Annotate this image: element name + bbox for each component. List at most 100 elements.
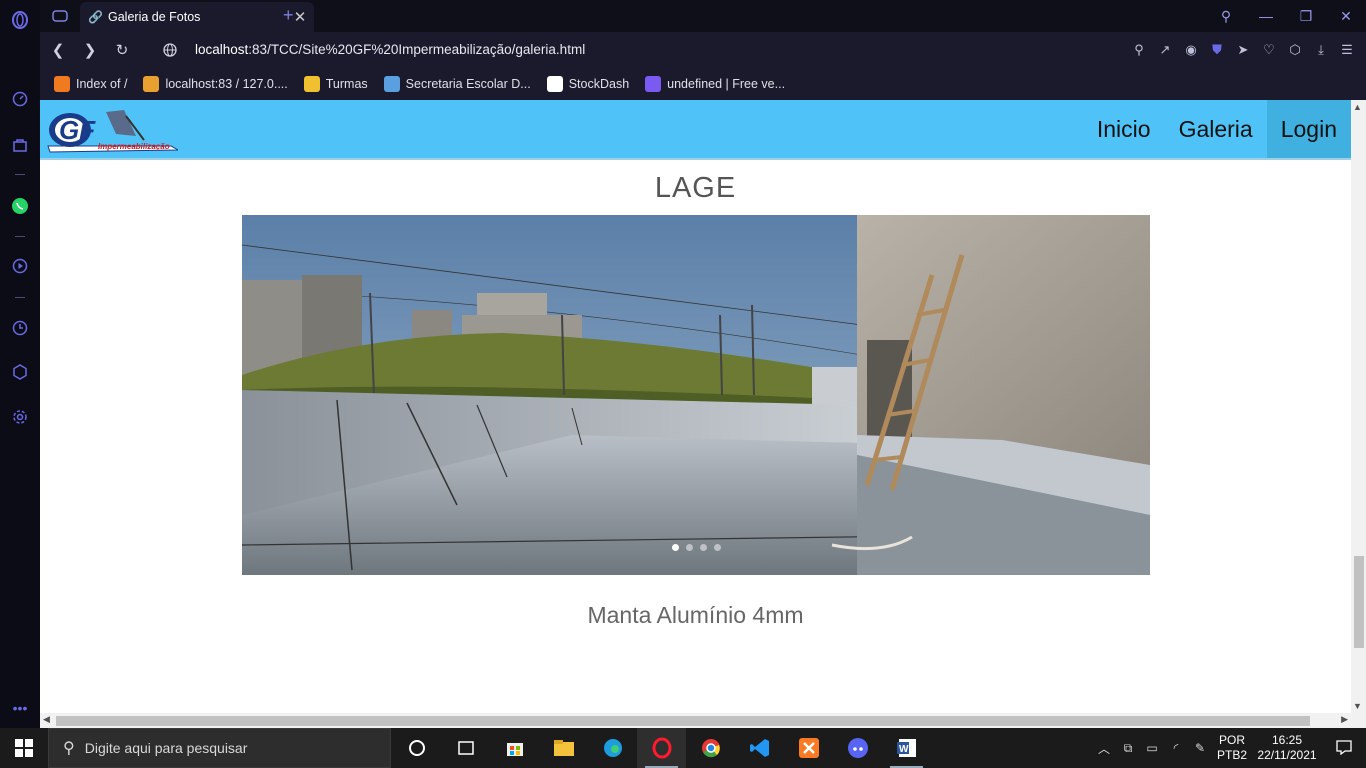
page-viewport: GF Impermeabilização Inicio Galeria Logi… bbox=[40, 100, 1366, 728]
carousel-dot[interactable] bbox=[713, 544, 721, 551]
carousel-dot[interactable] bbox=[685, 544, 693, 551]
taskbar-clock[interactable]: 16:25 22/11/2021 bbox=[1252, 733, 1322, 763]
easy-setup-icon[interactable]: ☰ bbox=[1338, 41, 1356, 59]
carousel-dot[interactable] bbox=[671, 544, 679, 551]
tab-menu-icon[interactable] bbox=[50, 6, 70, 26]
speed-dial-icon[interactable] bbox=[9, 88, 31, 110]
snapshot-icon[interactable]: ◉ bbox=[1182, 41, 1200, 59]
tab-favicon-icon: 🔗 bbox=[88, 10, 103, 24]
photo-caption: Manta Alumínio 4mm bbox=[587, 602, 804, 628]
restore-icon[interactable]: ❐ bbox=[1286, 8, 1326, 25]
close-window-icon[interactable]: ✕ bbox=[1326, 8, 1366, 25]
carousel-dot[interactable] bbox=[699, 544, 707, 551]
scroll-right-icon[interactable]: ▶ bbox=[1341, 714, 1348, 725]
share-icon[interactable]: ↗ bbox=[1156, 41, 1174, 59]
new-tab-icon[interactable]: + bbox=[283, 5, 294, 26]
player-icon[interactable] bbox=[9, 255, 31, 277]
horizontal-scrollbar[interactable]: ◀ ▶ bbox=[40, 713, 1366, 728]
bookmark-heart-icon[interactable]: ♡ bbox=[1260, 41, 1278, 59]
history-icon[interactable] bbox=[9, 317, 31, 339]
bookmark-item[interactable]: StockDash bbox=[546, 76, 629, 92]
start-button[interactable] bbox=[0, 728, 48, 768]
edge-icon[interactable] bbox=[588, 728, 637, 768]
download-icon[interactable]: ⤓ bbox=[1312, 41, 1330, 59]
pen-icon[interactable]: ✎ bbox=[1188, 741, 1212, 755]
settings-gear-icon[interactable] bbox=[9, 406, 31, 428]
svg-text:GF: GF bbox=[59, 115, 96, 145]
address-bar: ❮ ❯ ↻ localhost:83/TCC/Site%20GF%20Imper… bbox=[40, 32, 1366, 68]
site-logo[interactable]: GF Impermeabilização bbox=[46, 106, 180, 154]
svg-text:W: W bbox=[899, 744, 909, 755]
extensions-icon[interactable] bbox=[9, 361, 31, 383]
bookmark-item[interactable]: undefined | Free ve... bbox=[645, 76, 785, 92]
vertical-scrollbar[interactable]: ▲ ▼ bbox=[1351, 100, 1366, 713]
tab-strip: 🔗 Galeria de Fotos ✕ + ⚲ — ❐ ✕ bbox=[40, 0, 1366, 32]
search-placeholder: Digite aqui para pesquisar bbox=[84, 740, 248, 756]
microsoft-store-icon[interactable] bbox=[490, 728, 539, 768]
taskbar-apps: W bbox=[392, 728, 931, 768]
nav-login-link[interactable]: Login bbox=[1266, 100, 1351, 158]
opera-logo-icon[interactable] bbox=[9, 9, 31, 31]
tab-title: Galeria de Fotos bbox=[108, 10, 201, 24]
section-title: LAGE bbox=[654, 172, 737, 204]
battery-icon[interactable]: ▭ bbox=[1140, 741, 1164, 755]
site-navbar: GF Impermeabilização Inicio Galeria Logi… bbox=[40, 100, 1351, 160]
site-nav-links: Inicio Galeria Login bbox=[1083, 100, 1351, 158]
xampp-icon[interactable] bbox=[784, 728, 833, 768]
url-field[interactable]: localhost:83/TCC/Site%20GF%20Impermeabil… bbox=[195, 42, 585, 57]
forward-icon[interactable]: ❯ bbox=[80, 40, 100, 60]
windows-taskbar: ⚲ Digite aqui para pesquisar W ︿ ⧉ ▭ ◜ ✎… bbox=[0, 728, 1366, 768]
logo-subtitle: Impermeabilização bbox=[98, 142, 170, 151]
vpn-shield-icon[interactable]: ⛊ bbox=[1208, 41, 1226, 59]
cube-icon[interactable]: ⬡ bbox=[1286, 41, 1304, 59]
clock-date: 22/11/2021 bbox=[1257, 748, 1317, 762]
address-bar-actions: ⚲ ↗ ◉ ⛊ ➤ ♡ ⬡ ⤓ ☰ bbox=[1130, 41, 1356, 59]
site-info-icon[interactable] bbox=[160, 40, 180, 60]
notification-center-icon[interactable] bbox=[1322, 739, 1366, 758]
chrome-icon[interactable] bbox=[686, 728, 735, 768]
nav-galeria-link[interactable]: Galeria bbox=[1165, 100, 1267, 158]
wifi-icon[interactable]: ◜ bbox=[1164, 741, 1188, 755]
minimize-icon[interactable]: — bbox=[1246, 8, 1286, 24]
navbar-shadow bbox=[40, 158, 1351, 160]
reload-icon[interactable]: ↻ bbox=[112, 40, 132, 60]
more-icon[interactable]: ••• bbox=[9, 697, 31, 719]
file-explorer-icon[interactable] bbox=[539, 728, 588, 768]
window-controls: ⚲ — ❐ ✕ bbox=[1206, 0, 1366, 32]
language-indicator[interactable]: POR PTB2 bbox=[1212, 733, 1252, 763]
send-icon[interactable]: ➤ bbox=[1234, 41, 1252, 59]
zoom-search-icon[interactable]: ⚲ bbox=[1130, 41, 1148, 59]
shopping-bag-icon[interactable] bbox=[9, 134, 31, 156]
opera-sidebar: ••• bbox=[0, 0, 40, 728]
word-icon[interactable]: W bbox=[882, 728, 931, 768]
back-icon[interactable]: ❮ bbox=[48, 40, 68, 60]
vertical-scroll-thumb[interactable] bbox=[1354, 556, 1364, 648]
tab-galeria[interactable]: 🔗 Galeria de Fotos ✕ bbox=[80, 2, 314, 32]
opera-taskbar-icon[interactable] bbox=[637, 728, 686, 768]
bookmark-item[interactable]: Index of / bbox=[54, 76, 127, 92]
clock-time: 16:25 bbox=[1271, 733, 1303, 747]
camera-tray-icon[interactable]: ⧉ bbox=[1116, 741, 1140, 756]
cortana-icon[interactable] bbox=[392, 728, 441, 768]
taskbar-search-input[interactable]: ⚲ Digite aqui para pesquisar bbox=[48, 728, 391, 768]
vscode-icon[interactable] bbox=[735, 728, 784, 768]
carousel-image bbox=[242, 215, 1150, 575]
whatsapp-icon[interactable] bbox=[9, 195, 31, 217]
bookmark-item[interactable]: localhost:83 / 127.0.... bbox=[143, 76, 288, 92]
scroll-down-icon[interactable]: ▼ bbox=[1353, 701, 1362, 711]
tab-search-icon[interactable]: ⚲ bbox=[1206, 8, 1246, 25]
carousel-indicators bbox=[242, 544, 1150, 551]
tray-expand-icon[interactable]: ︿ bbox=[1092, 740, 1116, 757]
search-icon: ⚲ bbox=[63, 740, 75, 757]
bookmark-item[interactable]: Secretaria Escolar D... bbox=[383, 76, 531, 92]
task-view-icon[interactable] bbox=[441, 728, 490, 768]
windows-logo-icon bbox=[15, 739, 33, 757]
scroll-up-icon[interactable]: ▲ bbox=[1353, 102, 1362, 112]
photo-carousel[interactable] bbox=[242, 215, 1150, 575]
bookmarks-bar: Index of / localhost:83 / 127.0.... Turm… bbox=[40, 68, 1366, 100]
bookmark-item[interactable]: Turmas bbox=[303, 76, 368, 92]
scroll-left-icon[interactable]: ◀ bbox=[43, 714, 50, 725]
discord-icon[interactable] bbox=[833, 728, 882, 768]
horizontal-scroll-thumb[interactable] bbox=[56, 716, 1310, 726]
nav-inicio-link[interactable]: Inicio bbox=[1083, 100, 1165, 158]
